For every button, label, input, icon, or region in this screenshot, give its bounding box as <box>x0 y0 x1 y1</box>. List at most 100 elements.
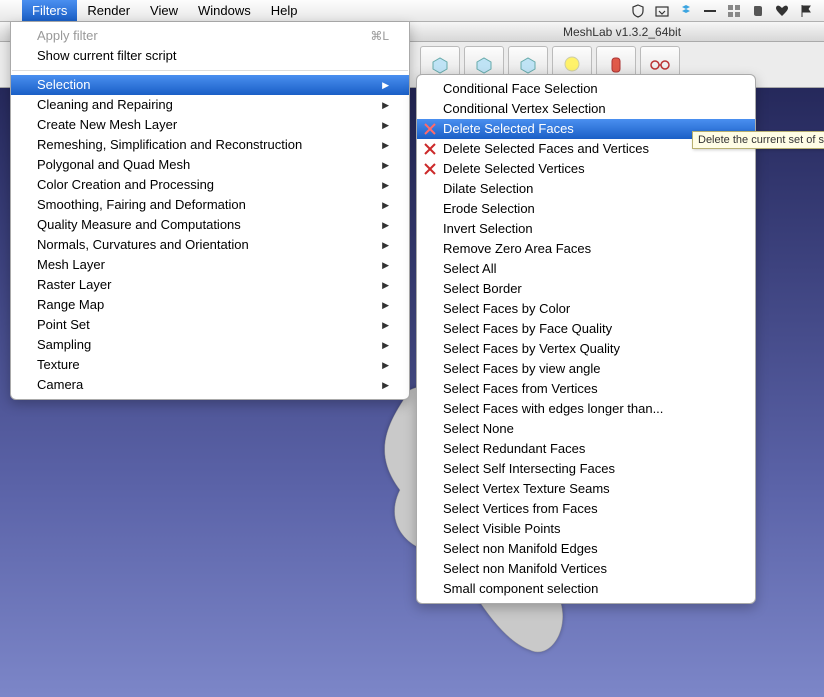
menu-item[interactable]: Select All <box>417 259 755 279</box>
menu-item[interactable]: Remeshing, Simplification and Reconstruc… <box>11 135 409 155</box>
menu-item[interactable]: Color Creation and Processing▶ <box>11 175 409 195</box>
apple-logo-icon[interactable] <box>0 0 22 21</box>
menu-item-label: Cleaning and Repairing <box>37 96 173 114</box>
menu-item-label: Delete Selected Faces and Vertices <box>443 140 649 158</box>
submenu-arrow-icon: ▶ <box>382 296 389 314</box>
menu-item-shortcut: ⌘L <box>370 27 389 45</box>
heart-icon[interactable] <box>774 3 790 19</box>
menu-item-label: Smoothing, Fairing and Deformation <box>37 196 246 214</box>
menu-item-label: Select Self Intersecting Faces <box>443 460 615 478</box>
submenu-arrow-icon: ▶ <box>382 216 389 234</box>
submenu-arrow-icon: ▶ <box>382 136 389 154</box>
menu-item-label: Create New Mesh Layer <box>37 116 177 134</box>
menu-item[interactable]: Select Self Intersecting Faces <box>417 459 755 479</box>
menu-item-label: Select None <box>443 420 514 438</box>
menu-item[interactable]: Select Faces with edges longer than... <box>417 399 755 419</box>
shield-icon[interactable] <box>630 3 646 19</box>
delete-vert-icon <box>423 162 437 176</box>
menu-item-label: Select Faces by Face Quality <box>443 320 612 338</box>
menu-item[interactable]: Remove Zero Area Faces <box>417 239 755 259</box>
tooltip: Delete the current set of selected faces… <box>692 131 824 149</box>
menu-item[interactable]: Create New Mesh Layer▶ <box>11 115 409 135</box>
menu-item[interactable]: Quality Measure and Computations▶ <box>11 215 409 235</box>
menu-item[interactable]: Smoothing, Fairing and Deformation ▶ <box>11 195 409 215</box>
menu-item-label: Color Creation and Processing <box>37 176 214 194</box>
menu-item-apply-filter: Apply filter ⌘L <box>11 26 409 46</box>
submenu-arrow-icon: ▶ <box>382 316 389 334</box>
menu-item-label: Raster Layer <box>37 276 111 294</box>
menu-root-label: View <box>150 3 178 18</box>
menu-item-label: Normals, Curvatures and Orientation <box>37 236 249 254</box>
menu-root-label: Windows <box>198 3 251 18</box>
menu-item[interactable]: Select Faces by view angle <box>417 359 755 379</box>
dropbox-icon[interactable] <box>678 3 694 19</box>
menu-item[interactable]: Select Faces by Face Quality <box>417 319 755 339</box>
tray-icon[interactable] <box>654 3 670 19</box>
menu-item-label: Delete Selected Vertices <box>443 160 585 178</box>
menu-item[interactable]: Select Redundant Faces <box>417 439 755 459</box>
menu-item[interactable]: Select Faces by Vertex Quality <box>417 339 755 359</box>
menu-item[interactable]: Polygonal and Quad Mesh ▶ <box>11 155 409 175</box>
menu-item[interactable]: Select Faces from Vertices <box>417 379 755 399</box>
menu-root-help[interactable]: Help <box>261 0 308 21</box>
tooltip-text: Delete the current set of selected faces… <box>698 134 824 146</box>
menu-root-render[interactable]: Render <box>77 0 140 21</box>
menu-item[interactable]: Range Map▶ <box>11 295 409 315</box>
flag-icon[interactable] <box>798 3 814 19</box>
menu-separator <box>12 70 408 71</box>
menu-item[interactable]: Small component selection <box>417 579 755 599</box>
menu-item[interactable]: Select Visible Points <box>417 519 755 539</box>
menu-item[interactable]: Point Set ▶ <box>11 315 409 335</box>
menu-root-label: Help <box>271 3 298 18</box>
grid-icon[interactable] <box>726 3 742 19</box>
submenu-arrow-icon: ▶ <box>382 236 389 254</box>
menu-item[interactable]: Select None <box>417 419 755 439</box>
menu-item[interactable]: Select Vertex Texture Seams <box>417 479 755 499</box>
menu-item-label: Select Faces by view angle <box>443 360 601 378</box>
menu-item[interactable]: Select Faces by Color <box>417 299 755 319</box>
menu-item[interactable]: Texture▶ <box>11 355 409 375</box>
menu-item-label: Select Faces by Color <box>443 300 570 318</box>
selection-dropdown: Conditional Face SelectionConditional Ve… <box>416 74 756 604</box>
submenu-arrow-icon: ▶ <box>382 76 389 94</box>
menu-item[interactable]: Select Vertices from Faces <box>417 499 755 519</box>
menu-item[interactable]: Mesh Layer▶ <box>11 255 409 275</box>
menu-item[interactable]: Dilate Selection <box>417 179 755 199</box>
menu-item[interactable]: Selection▶ <box>11 75 409 95</box>
menu-item-label: Point Set <box>37 316 90 334</box>
menu-item[interactable]: Select non Manifold Edges <box>417 539 755 559</box>
menu-item[interactable]: Conditional Face Selection <box>417 79 755 99</box>
menu-root-windows[interactable]: Windows <box>188 0 261 21</box>
menu-item-label: Show current filter script <box>37 47 176 65</box>
menu-item-label: Delete Selected Faces <box>443 120 574 138</box>
menu-item-label: Polygonal and Quad Mesh <box>37 156 190 174</box>
menu-item[interactable]: Camera ▶ <box>11 375 409 395</box>
menu-item[interactable]: Sampling▶ <box>11 335 409 355</box>
dash-icon[interactable] <box>702 3 718 19</box>
submenu-arrow-icon: ▶ <box>382 156 389 174</box>
menu-item-label: Select Faces with edges longer than... <box>443 400 663 418</box>
menu-item[interactable]: Cleaning and Repairing ▶ <box>11 95 409 115</box>
menu-item[interactable]: Conditional Vertex Selection <box>417 99 755 119</box>
filters-dropdown: Apply filter ⌘L Show current filter scri… <box>10 22 410 400</box>
menu-root-filters[interactable]: Filters <box>22 0 77 21</box>
menu-item-label: Sampling <box>37 336 91 354</box>
submenu-arrow-icon: ▶ <box>382 96 389 114</box>
submenu-arrow-icon: ▶ <box>382 376 389 394</box>
menu-item-show-script[interactable]: Show current filter script <box>11 46 409 66</box>
menu-item-label: Camera <box>37 376 83 394</box>
menu-item[interactable]: Raster Layer▶ <box>11 275 409 295</box>
menu-item-label: Conditional Vertex Selection <box>443 100 606 118</box>
menu-item[interactable]: Select non Manifold Vertices <box>417 559 755 579</box>
menu-item[interactable]: Select Border <box>417 279 755 299</box>
menu-item[interactable]: Invert Selection <box>417 219 755 239</box>
menu-item[interactable]: Delete Selected Vertices <box>417 159 755 179</box>
menu-item-label: Select Faces by Vertex Quality <box>443 340 620 358</box>
evernote-icon[interactable] <box>750 3 766 19</box>
submenu-arrow-icon: ▶ <box>382 196 389 214</box>
menu-root-label: Render <box>87 3 130 18</box>
menu-item[interactable]: Erode Selection <box>417 199 755 219</box>
menu-item-label: Small component selection <box>443 580 598 598</box>
menu-root-view[interactable]: View <box>140 0 188 21</box>
menu-item[interactable]: Normals, Curvatures and Orientation ▶ <box>11 235 409 255</box>
